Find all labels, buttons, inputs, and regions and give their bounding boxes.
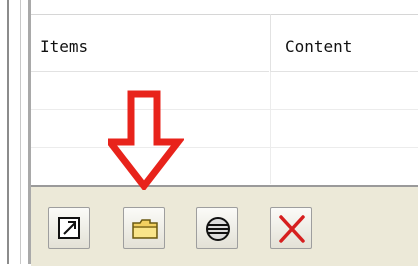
table-column-divider xyxy=(270,72,271,184)
open-external-icon xyxy=(58,217,80,239)
down-arrow-icon xyxy=(108,90,184,190)
globe-icon xyxy=(206,217,230,241)
table-row-divider xyxy=(31,109,418,110)
open-external-button[interactable] xyxy=(48,207,90,249)
open-folder-button[interactable] xyxy=(123,207,165,249)
red-x-icon xyxy=(279,215,305,243)
column-header-items[interactable]: Items xyxy=(31,14,269,72)
frame-divider-inner xyxy=(20,0,21,264)
column-header-content[interactable]: Content xyxy=(270,14,418,72)
frame-divider xyxy=(7,0,9,264)
table-row-divider xyxy=(31,147,418,148)
delete-button[interactable] xyxy=(270,207,312,249)
globe-button[interactable] xyxy=(196,207,238,249)
folder-icon xyxy=(132,219,158,239)
